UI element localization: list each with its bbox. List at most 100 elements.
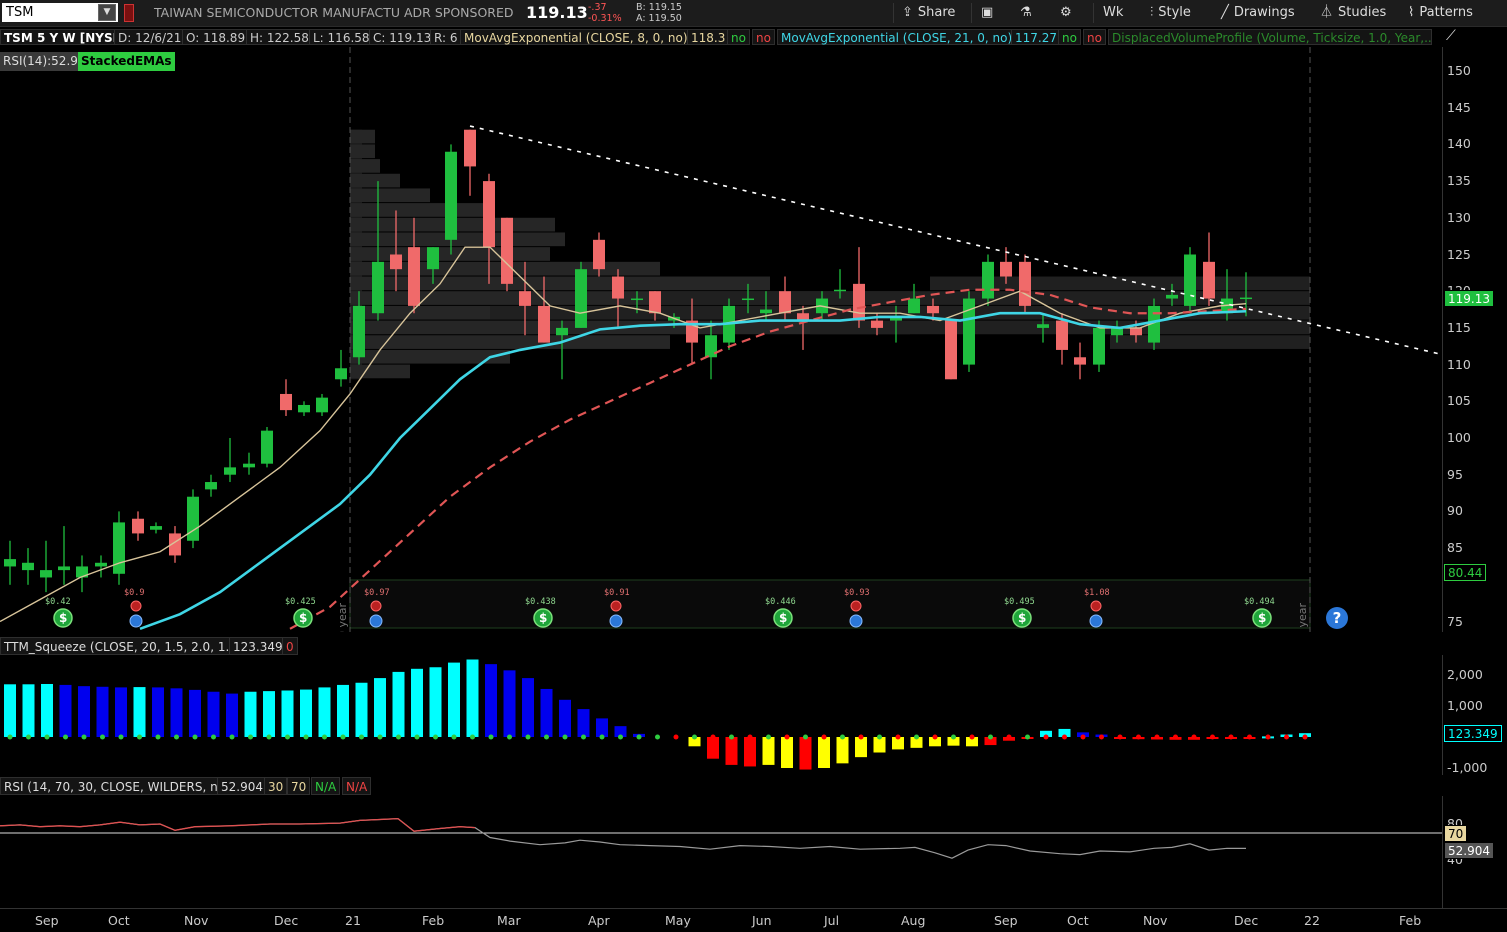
candle-body <box>1184 254 1196 306</box>
conference-icon <box>609 614 623 628</box>
flask-button[interactable]: ⚗ <box>1020 4 1037 22</box>
ttm-squeeze-dot <box>322 734 327 740</box>
price-chart[interactable]: 2020 year 2021 year $ $ $ $ $ $ <box>0 47 1442 632</box>
candle-body <box>1130 327 1142 336</box>
ttm-histogram-bar <box>540 688 553 737</box>
candle-body <box>1056 320 1068 350</box>
candle-body <box>187 496 199 541</box>
earnings-icon <box>850 600 862 612</box>
divider <box>1093 3 1094 23</box>
ttm-squeeze-dot <box>914 734 919 740</box>
ttm-squeeze-dot <box>26 734 31 740</box>
symbol-dropdown-button[interactable]: ▼ <box>98 4 116 21</box>
candle-body <box>538 305 550 343</box>
chart-type-icon[interactable]: ⟋ <box>1446 28 1466 46</box>
earnings-label: $0.97 <box>364 588 390 598</box>
drawings-button[interactable]: ╱ Drawings <box>1221 4 1295 22</box>
ttm-squeeze-dot <box>248 734 253 740</box>
ttm-squeeze-dot <box>414 734 420 740</box>
style-button[interactable]: ⫶ Style <box>1150 4 1191 22</box>
dvp-label[interactable]: DisplacedVolumeProfile (Volume, Ticksize… <box>1108 29 1432 45</box>
candle-body <box>483 181 495 248</box>
ttm-histogram-bar <box>577 709 590 737</box>
rsi-na-1: N/A <box>311 777 341 795</box>
candle-body <box>742 298 754 301</box>
dividend-label: $0.425 <box>285 597 316 607</box>
earnings-icon <box>610 600 622 612</box>
ttm-squeeze-chart[interactable] <box>0 655 1442 775</box>
earnings-icon <box>370 600 382 612</box>
snapshot-button[interactable]: ▣ <box>981 4 998 22</box>
patterns-icon: ⌇ <box>1408 5 1415 20</box>
candle-body <box>40 570 52 578</box>
ttm-histogram-bar <box>725 737 738 765</box>
candle-body <box>908 298 920 314</box>
candle-body <box>1203 261 1215 299</box>
ttm-header: TTM_Squeeze (CLOSE, 20, 1.5, 2.0, 1.0) 1… <box>0 637 1442 655</box>
price-axis-label: 140 <box>1447 136 1471 152</box>
time-axis-label: Dec <box>1234 913 1259 928</box>
ttm-histogram-bar <box>707 737 719 759</box>
share-button[interactable]: ⇪ Share <box>902 4 955 22</box>
time-axis-label: Sep <box>35 913 59 928</box>
flask-icon: ⚗ <box>1020 5 1032 20</box>
volume-profile-bar <box>350 129 375 144</box>
ema21-label[interactable]: MovAvgExponential (CLOSE, 21, 0, no) <box>777 29 1017 45</box>
candle-body <box>1240 297 1252 300</box>
candle-body <box>982 261 994 299</box>
ttm-squeeze-dot <box>692 734 697 740</box>
timeframe-button[interactable]: Wk <box>1103 4 1123 22</box>
candle-body <box>372 261 384 314</box>
rsi-label[interactable]: RSI (14, 70, 30, CLOSE, WILDERS, no) <box>0 777 234 795</box>
ttm-histogram-bar <box>78 686 90 737</box>
rsi-chart[interactable] <box>0 796 1442 908</box>
ttm-histogram-bar <box>448 662 460 737</box>
candle-body <box>593 239 605 270</box>
ttm-histogram-bar <box>337 684 349 737</box>
ttm-squeeze-dot <box>1228 734 1234 740</box>
ttm-histogram-bar <box>762 737 775 765</box>
ttm-histogram-bar <box>170 688 183 737</box>
time-axis-label: 21 <box>345 913 361 928</box>
ttm-squeeze-dot <box>1006 734 1012 740</box>
dividend-label: $0.42 <box>45 597 71 607</box>
price-axis-label: 95 <box>1447 466 1463 482</box>
ttm-squeeze-dot <box>396 734 401 740</box>
price-change: -.37 -0.31% <box>588 2 622 24</box>
chart-title: TSM 5 Y W [NYSE] <box>0 29 131 45</box>
help-icon[interactable]: ? <box>1326 607 1348 629</box>
time-axis-label: Nov <box>1143 913 1168 928</box>
ttm-squeeze-dot <box>303 734 309 740</box>
price-axis-label: 130 <box>1447 209 1471 225</box>
candle-body <box>834 289 846 292</box>
price-axis-label: 75 <box>1447 613 1463 629</box>
price-axis-label: 105 <box>1447 393 1471 409</box>
price-axis: 1501451401351301251201151101051009590857… <box>1442 47 1507 632</box>
rsi-na-2: N/A <box>342 777 372 795</box>
settings-button[interactable]: ⚙ <box>1060 4 1077 22</box>
rsi-header: RSI (14, 70, 30, CLOSE, WILDERS, no) 52.… <box>0 777 1442 795</box>
ttm-histogram-bar <box>152 687 164 737</box>
ttm-squeeze-dot <box>359 734 364 740</box>
year-marker-label: 2021 year <box>1296 602 1309 632</box>
flag-icon[interactable] <box>124 4 134 22</box>
ttm-label[interactable]: TTM_Squeeze (CLOSE, 20, 1.5, 2.0, 1.0) <box>0 637 246 655</box>
ttm-histogram-bar <box>466 659 479 737</box>
candle-body <box>575 269 587 328</box>
dividend-icon-symbol: $ <box>299 611 307 625</box>
ttm-squeeze-dot <box>1302 734 1308 740</box>
ttm-squeeze-dot <box>525 734 531 740</box>
earnings-label: $0.93 <box>844 588 870 598</box>
candle-body <box>1166 294 1178 299</box>
studies-button[interactable]: ⏃ Studies <box>1320 4 1386 22</box>
candle-body <box>132 518 144 534</box>
ttm-squeeze-dot <box>1043 734 1049 740</box>
bid-ask: B: 119.15 A: 119.50 <box>636 2 682 24</box>
rsi-70-tag: 70 <box>1444 825 1468 842</box>
rsi-line <box>0 817 1247 859</box>
ema8-label[interactable]: MovAvgExponential (CLOSE, 8, 0, no) <box>460 29 692 45</box>
ttm-histogram-bar <box>596 718 608 737</box>
ttm-squeeze-dot <box>285 734 290 740</box>
patterns-button[interactable]: ⌇ Patterns <box>1408 4 1473 22</box>
candle-body <box>408 247 420 306</box>
